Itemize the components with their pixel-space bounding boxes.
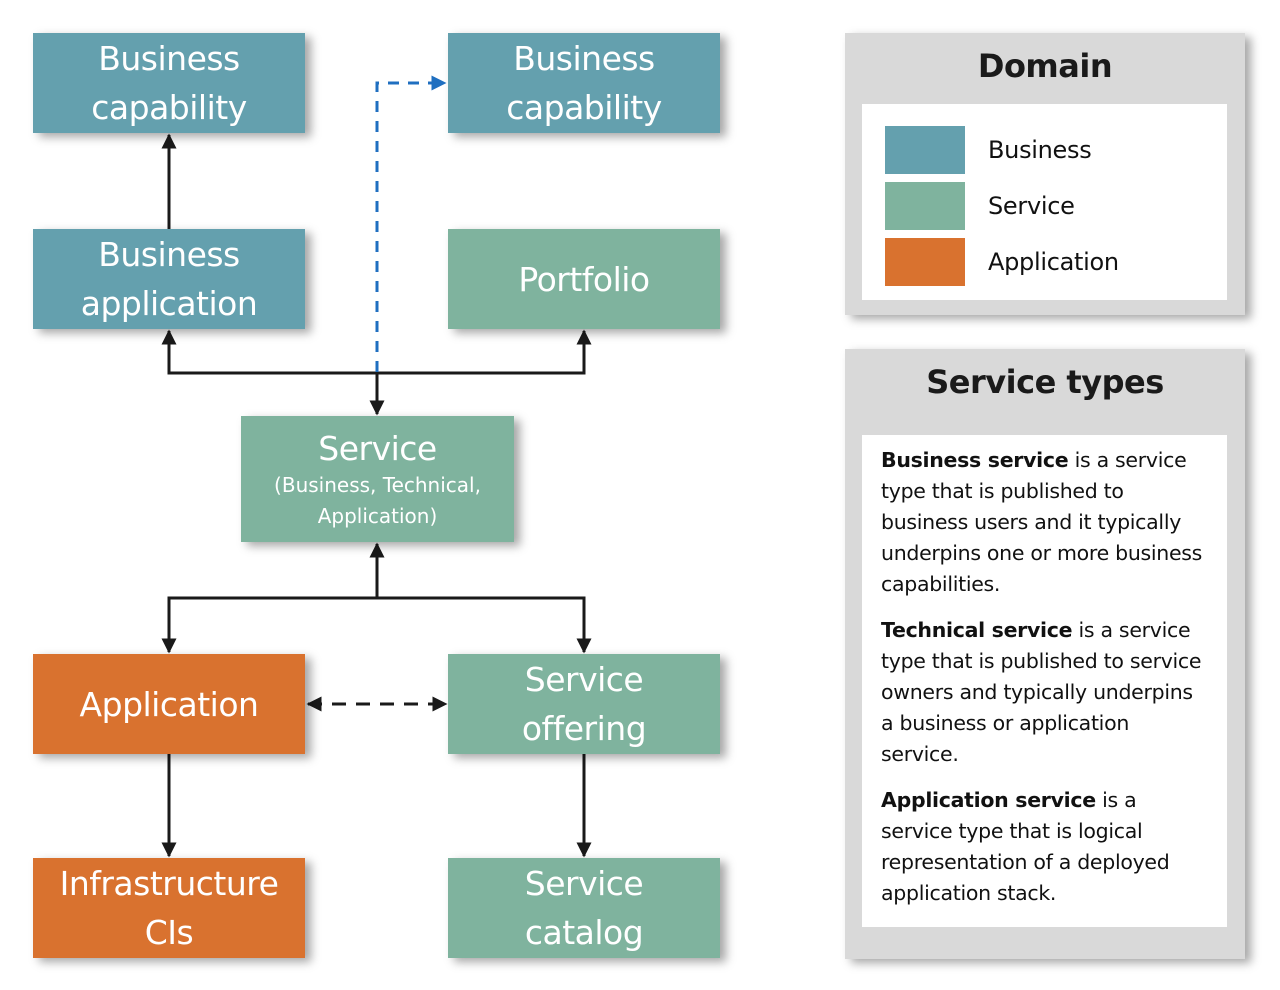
- legend-label: Business: [988, 136, 1092, 164]
- node-label-line2: catalog: [524, 913, 644, 952]
- node-label-line1: Business: [98, 235, 240, 274]
- service-type-term: Technical service: [881, 618, 1073, 642]
- node-label-line2: (Business, Technical,: [274, 473, 481, 497]
- service-type-business: Business service is a service type that …: [881, 445, 1209, 600]
- node-service-offering: Service offering: [448, 654, 720, 754]
- service-type-term: Business service: [881, 448, 1069, 472]
- node-service-catalog: Service catalog: [448, 858, 720, 958]
- service-types-title: Service types: [926, 363, 1164, 401]
- service-type-application: Application service is a service type th…: [881, 785, 1209, 909]
- node-label-line2: CIs: [144, 913, 194, 952]
- node-label-line1: Portfolio: [518, 259, 650, 299]
- node-label-line2: application: [80, 284, 258, 323]
- node-service: Service (Business, Technical, Applicatio…: [241, 416, 514, 542]
- service-type-term: Application service: [881, 788, 1096, 812]
- legend-item-service: Service: [885, 182, 1075, 230]
- legend-swatch-business: [885, 126, 965, 174]
- node-business-application: Business application: [33, 229, 305, 329]
- service-types-body: Business service is a service type that …: [862, 435, 1227, 927]
- node-label-line1: Service: [524, 864, 644, 903]
- legend-label: Service: [988, 192, 1075, 220]
- node-infrastructure-cis: Infrastructure CIs: [33, 858, 305, 958]
- node-label-line2: capability: [506, 88, 662, 127]
- node-label-line2: capability: [91, 88, 247, 127]
- node-label-line1: Business: [513, 39, 655, 78]
- node-label-line1: Service: [524, 660, 644, 699]
- node-label-line2: offering: [521, 709, 647, 748]
- edge-split-to-portfolio: [377, 329, 592, 375]
- node-portfolio: Portfolio: [448, 229, 720, 329]
- legend-swatch-service: [885, 182, 965, 230]
- node-label-line3: Application): [317, 504, 438, 528]
- node-business-capability-right: Business capability: [448, 33, 720, 133]
- legend-label: Application: [988, 248, 1119, 276]
- domain-legend-body: Business Service Application: [862, 104, 1227, 300]
- node-application: Application: [33, 654, 305, 754]
- edge-join-to-service-offering: [377, 596, 592, 654]
- legend-swatch-application: [885, 238, 965, 286]
- node-label-line1: Business: [98, 39, 240, 78]
- edge-join-to-application: [161, 596, 377, 654]
- node-label-line1: Service: [318, 429, 437, 468]
- edge-service-to-business-capability-dashed: [375, 75, 447, 372]
- legend-item-business: Business: [885, 126, 1092, 174]
- service-type-technical: Technical service is a service type that…: [881, 615, 1209, 770]
- node-label-line1: Application: [79, 684, 259, 724]
- node-business-capability-left: Business capability: [33, 33, 305, 133]
- edge-split-to-business-application: [161, 329, 377, 375]
- legend-item-application: Application: [885, 238, 1119, 286]
- domain-legend-panel: Domain Business Service Application: [845, 33, 1245, 315]
- domain-legend-title: Domain: [977, 47, 1113, 85]
- node-label-line1: Infrastructure: [59, 864, 279, 903]
- service-types-panel: Service types Business service is a serv…: [845, 349, 1245, 959]
